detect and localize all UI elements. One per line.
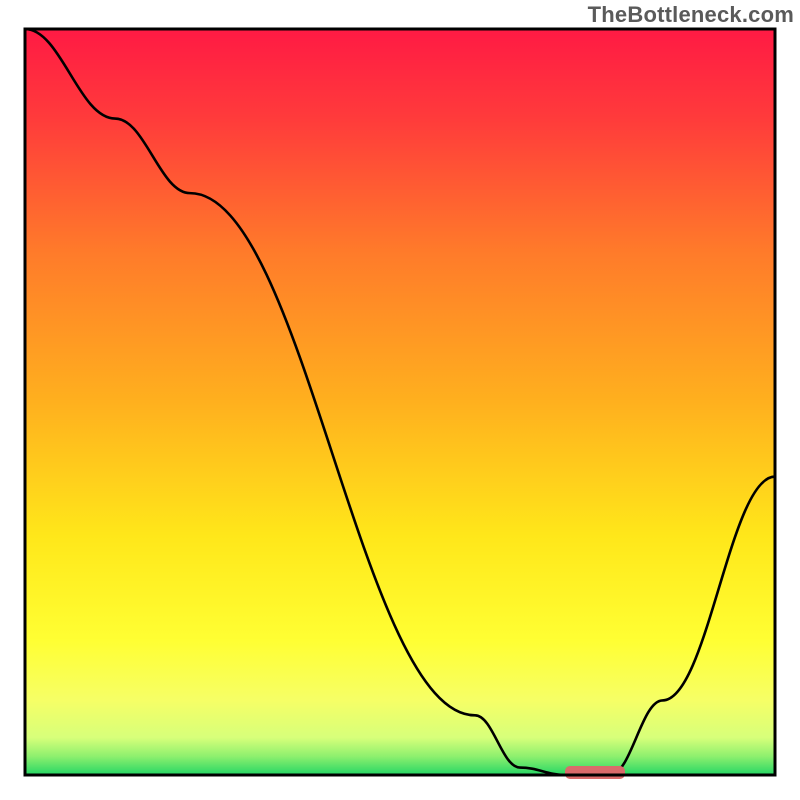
- watermark-text: TheBottleneck.com: [588, 2, 794, 28]
- chart-container: TheBottleneck.com: [0, 0, 800, 800]
- bottleneck-chart: [0, 0, 800, 800]
- plot-background: [25, 29, 775, 775]
- optimal-marker: [565, 766, 625, 779]
